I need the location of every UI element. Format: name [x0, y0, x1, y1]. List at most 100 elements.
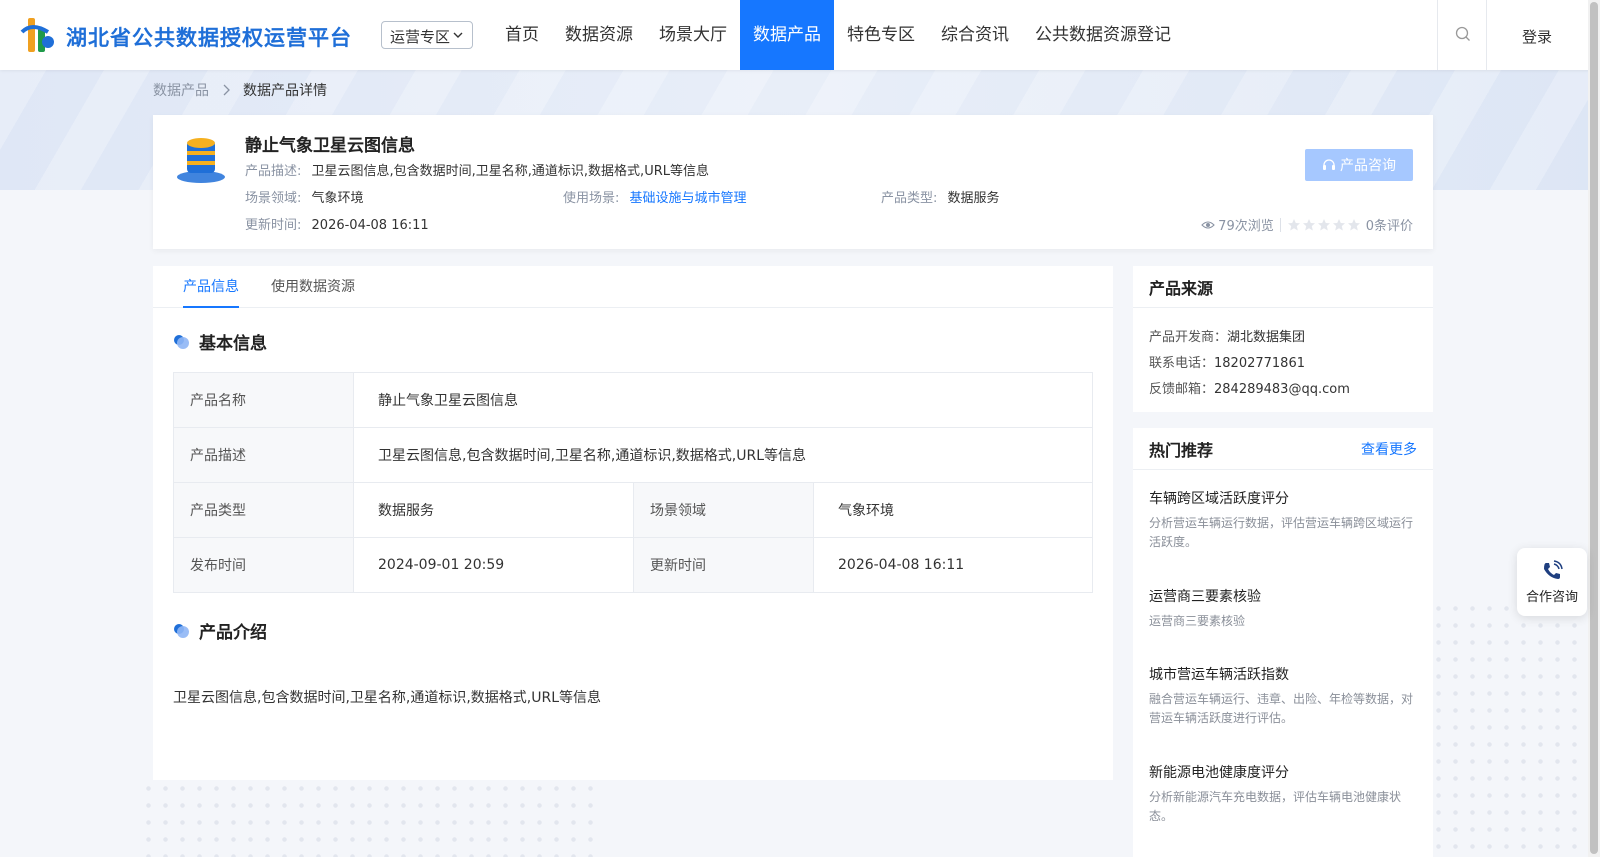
table-row: 产品类型 数据服务 场景领域 气象环境: [173, 482, 1093, 538]
cell-value: 卫星云图信息,包含数据时间,卫星名称,通道标识,数据格式,URL等信息: [353, 427, 1093, 483]
developer-value: 湖北数据集团: [1227, 330, 1306, 345]
recommendation-title: 城市营运车辆活跃指数: [1149, 667, 1289, 683]
top-header: 湖北省公共数据授权运营平台 运营专区 首页 数据资源 场景大厅 数据产品 特色专…: [0, 0, 1600, 70]
view-more-link[interactable]: 查看更多: [1361, 439, 1417, 459]
zone-dropdown[interactable]: 运营专区: [381, 21, 473, 49]
email-line: 反馈邮箱：284289483@qq.com: [1149, 378, 1350, 397]
product-consult-button[interactable]: 产品咨询: [1305, 149, 1413, 181]
intro-text: 卫星云图信息,包含数据时间,卫星名称,通道标识,数据格式,URL等信息: [173, 690, 602, 706]
cell-value: 数据服务: [353, 482, 634, 538]
star-icon[interactable]: [1317, 218, 1331, 232]
recommendation-desc: 融合营运车辆运行、违章、出险、年检等数据，对营运车辆活跃度进行评估。: [1149, 692, 1414, 725]
search-button[interactable]: [1437, 0, 1487, 70]
star-icon[interactable]: [1302, 218, 1316, 232]
recommendation-title: 车辆跨区域活跃度评分: [1149, 491, 1289, 507]
recommendation-item[interactable]: 车辆跨区域活跃度评分 分析营运车辆运行数据，评估营运车辆跨区域运行活跃度。: [1149, 488, 1417, 552]
chevron-down-icon: [453, 32, 463, 38]
rating-count: 0条评价: [1365, 219, 1413, 234]
updated-time-label: 更新时间:: [245, 218, 302, 233]
hot-recommendations-panel: 热门推荐 查看更多 车辆跨区域活跃度评分 分析营运车辆运行数据，评估营运车辆跨区…: [1133, 428, 1433, 857]
cell-value: 静止气象卫星云图信息: [353, 372, 1093, 428]
nav-data-resources[interactable]: 数据资源: [552, 0, 646, 70]
platform-logo-icon[interactable]: [18, 12, 56, 56]
nav-data-products[interactable]: 数据产品: [740, 0, 834, 70]
main-nav: 首页 数据资源 场景大厅 数据产品 特色专区 综合资讯 公共数据资源登记: [492, 0, 1184, 70]
phone-label: 联系电话：: [1149, 356, 1215, 371]
developer-line: 产品开发商：湖北数据集团: [1149, 326, 1305, 345]
scene-domain-row: 场景领域: 气象环境: [245, 187, 364, 206]
table-row: 产品名称 静止气象卫星云图信息: [173, 372, 1093, 428]
scene-domain-label: 场景领域:: [245, 191, 302, 206]
nav-scenario-hall[interactable]: 场景大厅: [646, 0, 740, 70]
tab-product-info[interactable]: 产品信息: [183, 266, 239, 308]
cell-value: 2024-09-01 20:59: [353, 537, 634, 593]
star-icon[interactable]: [1347, 218, 1361, 232]
breadcrumb: 数据产品 数据产品详情: [153, 80, 327, 100]
recommendation-item[interactable]: 运营商三要素核验 运营商三要素核验: [1149, 586, 1417, 631]
product-type-row: 产品类型: 数据服务: [881, 187, 1000, 206]
nav-resource-registration[interactable]: 公共数据资源登记: [1022, 0, 1184, 70]
search-icon: [1455, 26, 1470, 41]
nav-featured-zone[interactable]: 特色专区: [834, 0, 928, 70]
chevron-right-icon: [223, 84, 230, 96]
developer-label: 产品开发商：: [1149, 330, 1228, 345]
product-source-panel: 产品来源 产品开发商：湖北数据集团 联系电话：18202771861 反馈邮箱：…: [1133, 266, 1433, 412]
nav-news[interactable]: 综合资讯: [928, 0, 1022, 70]
cell-label: 发布时间: [173, 537, 354, 593]
product-summary-card: 静止气象卫星云图信息 产品描述: 卫星云图信息,包含数据时间,卫星名称,通道标识…: [153, 115, 1433, 249]
product-title: 静止气象卫星云图信息: [245, 136, 415, 156]
platform-name[interactable]: 湖北省公共数据授权运营平台: [66, 22, 352, 52]
star-icon[interactable]: [1332, 218, 1346, 232]
product-desc-value: 卫星云图信息,包含数据时间,卫星名称,通道标识,数据格式,URL等信息: [311, 164, 709, 179]
section-bullet-icon: [174, 334, 189, 349]
cooperation-consult-button[interactable]: 合作咨询: [1517, 548, 1587, 616]
phone-icon: [1544, 559, 1563, 579]
tab-data-resources-used[interactable]: 使用数据资源: [271, 266, 355, 308]
login-link[interactable]: 登录: [1522, 26, 1552, 47]
recommendation-item[interactable]: 城市营运车辆活跃指数 融合营运车辆运行、违章、出险、年检等数据，对营运车辆活跃度…: [1149, 664, 1417, 728]
scrollbar-thumb[interactable]: [1590, 2, 1598, 854]
views-count: 79次浏览: [1218, 219, 1274, 234]
cooperation-label: 合作咨询: [1525, 589, 1578, 605]
basic-info-table: 产品名称 静止气象卫星云图信息 产品描述 卫星云图信息,包含数据时间,卫星名称,…: [173, 372, 1093, 593]
intro-title: 产品介绍: [199, 623, 267, 643]
database-icon: [177, 138, 225, 183]
stats-divider: [1279, 217, 1281, 232]
rating-stars[interactable]: [1287, 218, 1362, 232]
page-scrollbar[interactable]: [1588, 0, 1600, 857]
basic-info-title: 基本信息: [199, 334, 267, 354]
detail-tabs: 产品信息 使用数据资源: [153, 266, 1113, 308]
product-type-label: 产品类型:: [881, 191, 938, 206]
product-detail-panel: 产品信息 使用数据资源 基本信息 产品名称 静止气象卫星云图信息 产品描述 卫星…: [153, 266, 1113, 780]
recommendation-title: 新能源电池健康度评分: [1149, 765, 1289, 781]
cell-label: 产品类型: [173, 482, 354, 538]
recommendation-item[interactable]: 新能源电池健康度评分 分析新能源汽车充电数据，评估车辆电池健康状态。: [1149, 762, 1417, 826]
nav-home[interactable]: 首页: [492, 0, 552, 70]
product-stats: 79次浏览 0条评价: [1201, 215, 1413, 234]
cell-value: 2026-04-08 16:11: [813, 537, 1093, 593]
phone-value: 18202771861: [1214, 356, 1305, 371]
table-row: 产品描述 卫星云图信息,包含数据时间,卫星名称,通道标识,数据格式,URL等信息: [173, 427, 1093, 483]
cell-label: 产品描述: [173, 427, 354, 483]
recommendation-desc: 分析新能源汽车充电数据，评估车辆电池健康状态。: [1149, 790, 1402, 823]
intro-heading: 产品介绍: [173, 618, 267, 643]
basic-info-heading: 基本信息: [173, 329, 267, 354]
usage-scenario-link[interactable]: 基础设施与城市管理: [630, 191, 747, 206]
recommendation-title: 运营商三要素核验: [1149, 589, 1261, 605]
phone-line: 联系电话：18202771861: [1149, 352, 1305, 371]
hot-panel-header: 热门推荐 查看更多: [1133, 428, 1433, 470]
email-label: 反馈邮箱：: [1149, 382, 1215, 397]
star-icon[interactable]: [1287, 218, 1301, 232]
dot-pattern-right: [1430, 600, 1600, 857]
zone-dropdown-label: 运营专区: [390, 28, 451, 46]
updated-time-row: 更新时间: 2026-04-08 16:11: [245, 214, 429, 233]
recommendation-desc: 运营商三要素核验: [1149, 614, 1246, 628]
breadcrumb-data-products[interactable]: 数据产品: [153, 80, 209, 100]
hot-panel-title: 热门推荐: [1149, 440, 1214, 460]
product-type-value: 数据服务: [947, 191, 1000, 206]
source-panel-title: 产品来源: [1149, 278, 1214, 298]
table-row: 发布时间 2024-09-01 20:59 更新时间 2026-04-08 16…: [173, 537, 1093, 593]
product-desc-row: 产品描述: 卫星云图信息,包含数据时间,卫星名称,通道标识,数据格式,URL等信…: [245, 160, 709, 179]
section-bullet-icon: [174, 623, 189, 638]
recommendation-desc: 分析营运车辆运行数据，评估营运车辆跨区域运行活跃度。: [1149, 516, 1414, 549]
